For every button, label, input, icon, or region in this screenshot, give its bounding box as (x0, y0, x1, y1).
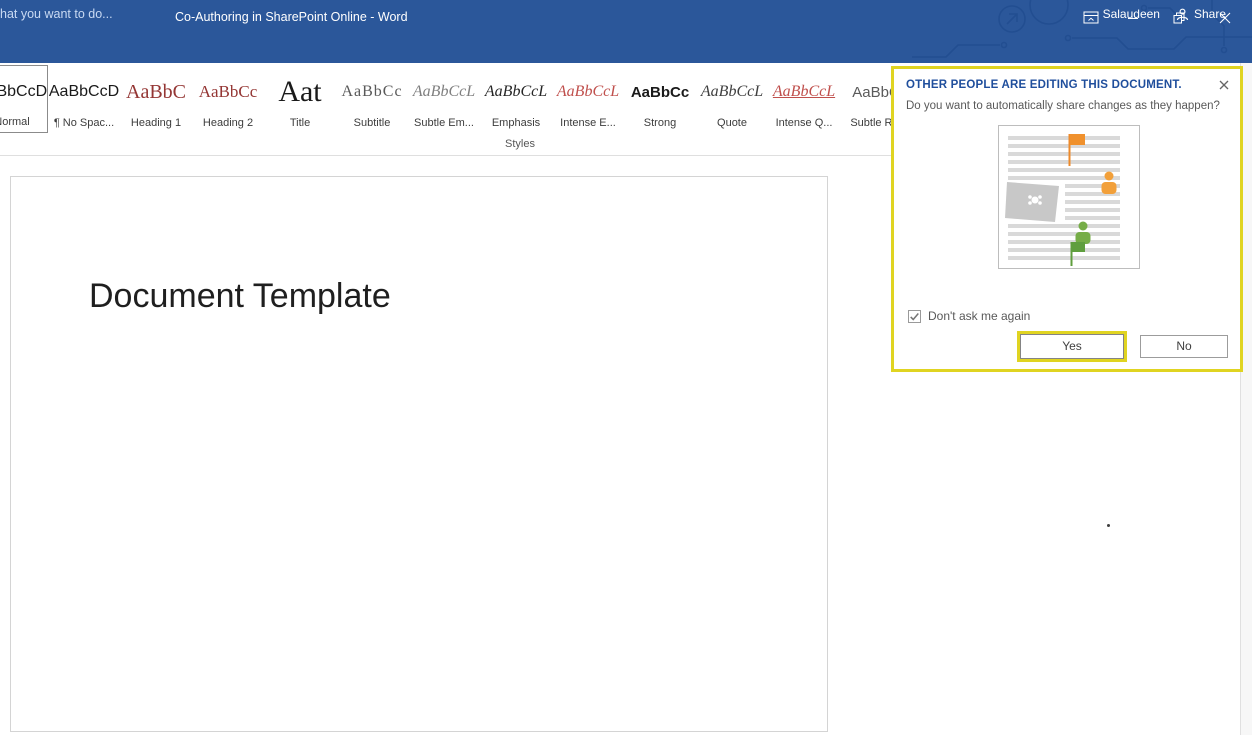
popup-question: Do you want to automatically share chang… (906, 100, 1220, 112)
tell-me-box[interactable]: hat you want to do... (0, 0, 113, 28)
yes-button[interactable]: Yes (1020, 334, 1124, 359)
style-item-quote[interactable]: AaBbCcL Quote (696, 65, 768, 133)
style-preview: Aat (278, 75, 322, 108)
style-item-subtle-emphasis[interactable]: AaBbCcL Subtle Em... (408, 65, 480, 133)
popup-close-button[interactable] (1215, 76, 1233, 94)
style-preview: AaBbCcL (772, 83, 836, 100)
window-title: Co-Authoring in SharePoint Online - Word (175, 10, 408, 24)
coauthoring-illustration (998, 125, 1140, 269)
ribbon-display-options-icon (1083, 11, 1099, 24)
check-icon (910, 312, 919, 321)
style-item-subtitle[interactable]: AaBbCc Subtitle (336, 65, 408, 133)
no-button[interactable]: No (1140, 335, 1228, 358)
style-label: Strong (643, 117, 677, 129)
green-flag-icon (1070, 242, 1085, 266)
share-button[interactable]: Share (1176, 7, 1226, 21)
share-label: Share (1193, 7, 1226, 21)
style-preview: AaBbCc (341, 83, 403, 100)
style-item-heading-1[interactable]: AaBbC Heading 1 (120, 65, 192, 133)
style-preview: AaBbCcD (48, 83, 120, 100)
style-item-emphasis[interactable]: AaBbCcL Emphasis (480, 65, 552, 133)
style-item-no-spacing[interactable]: AaBbCcD ¶ No Spac... (48, 65, 120, 133)
style-item-heading-2[interactable]: AaBbCc Heading 2 (192, 65, 264, 133)
style-item-intense-emphasis[interactable]: AaBbCcL Intense E... (552, 65, 624, 133)
dont-ask-checkbox-row[interactable]: Don't ask me again (908, 309, 1030, 323)
share-person-icon (1176, 8, 1189, 20)
style-label: ¶ No Spac... (53, 117, 115, 129)
style-label: Normal (0, 116, 30, 128)
coauthoring-illustration-graphic (1005, 134, 1120, 266)
style-label: Intense Q... (775, 117, 833, 129)
style-preview: AaBbCcD (0, 83, 48, 100)
styles-gallery: AaBbCcD Normal AaBbCcD ¶ No Spac... AaBb… (0, 65, 912, 133)
style-preview: AaBbCcL (700, 83, 764, 100)
style-item-title[interactable]: Aat Title (264, 65, 336, 133)
styles-group-label: Styles (505, 138, 535, 150)
style-label: Subtle Em... (414, 117, 474, 129)
coauthor-share-popup: OTHER PEOPLE ARE EDITING THIS DOCUMENT. … (891, 66, 1243, 372)
document-title-text: Document Template (89, 277, 391, 315)
word-window: Co-Authoring in SharePoint Online - Word (0, 0, 1252, 735)
style-label: Heading 2 (202, 117, 254, 129)
cursor-dot (1107, 524, 1110, 527)
style-preview: AaBbCcL (484, 83, 548, 100)
style-label: Subtitle (353, 117, 391, 129)
popup-heading: OTHER PEOPLE ARE EDITING THIS DOCUMENT. (906, 79, 1182, 91)
ribbon-tab-row (0, 35, 1252, 63)
style-label: Quote (717, 117, 747, 129)
style-label: Title (289, 117, 311, 129)
popup-close-icon (1219, 80, 1229, 90)
style-preview: AaBbCcL (412, 83, 476, 100)
style-label: Heading 1 (130, 117, 182, 129)
style-preview: AaBbCcL (556, 83, 620, 100)
style-preview: AaBbC (126, 80, 186, 103)
style-item-strong[interactable]: AaBbCc Strong (624, 65, 696, 133)
style-label: Intense E... (560, 117, 616, 129)
document-page[interactable]: Document Template (10, 176, 828, 732)
style-preview: AaBbCc (198, 82, 258, 101)
account-area: Salaudeen Share (1103, 0, 1226, 28)
orange-person-icon (1101, 171, 1117, 194)
style-preview: AaBbCc (630, 83, 690, 101)
style-label: Emphasis (491, 117, 541, 129)
style-item-normal[interactable]: AaBbCcD Normal (0, 65, 48, 133)
dont-ask-checkbox[interactable] (908, 309, 921, 323)
user-name[interactable]: Salaudeen (1103, 7, 1160, 21)
dont-ask-label: Don't ask me again (928, 309, 1031, 323)
style-item-intense-quote[interactable]: AaBbCcL Intense Q... (768, 65, 840, 133)
